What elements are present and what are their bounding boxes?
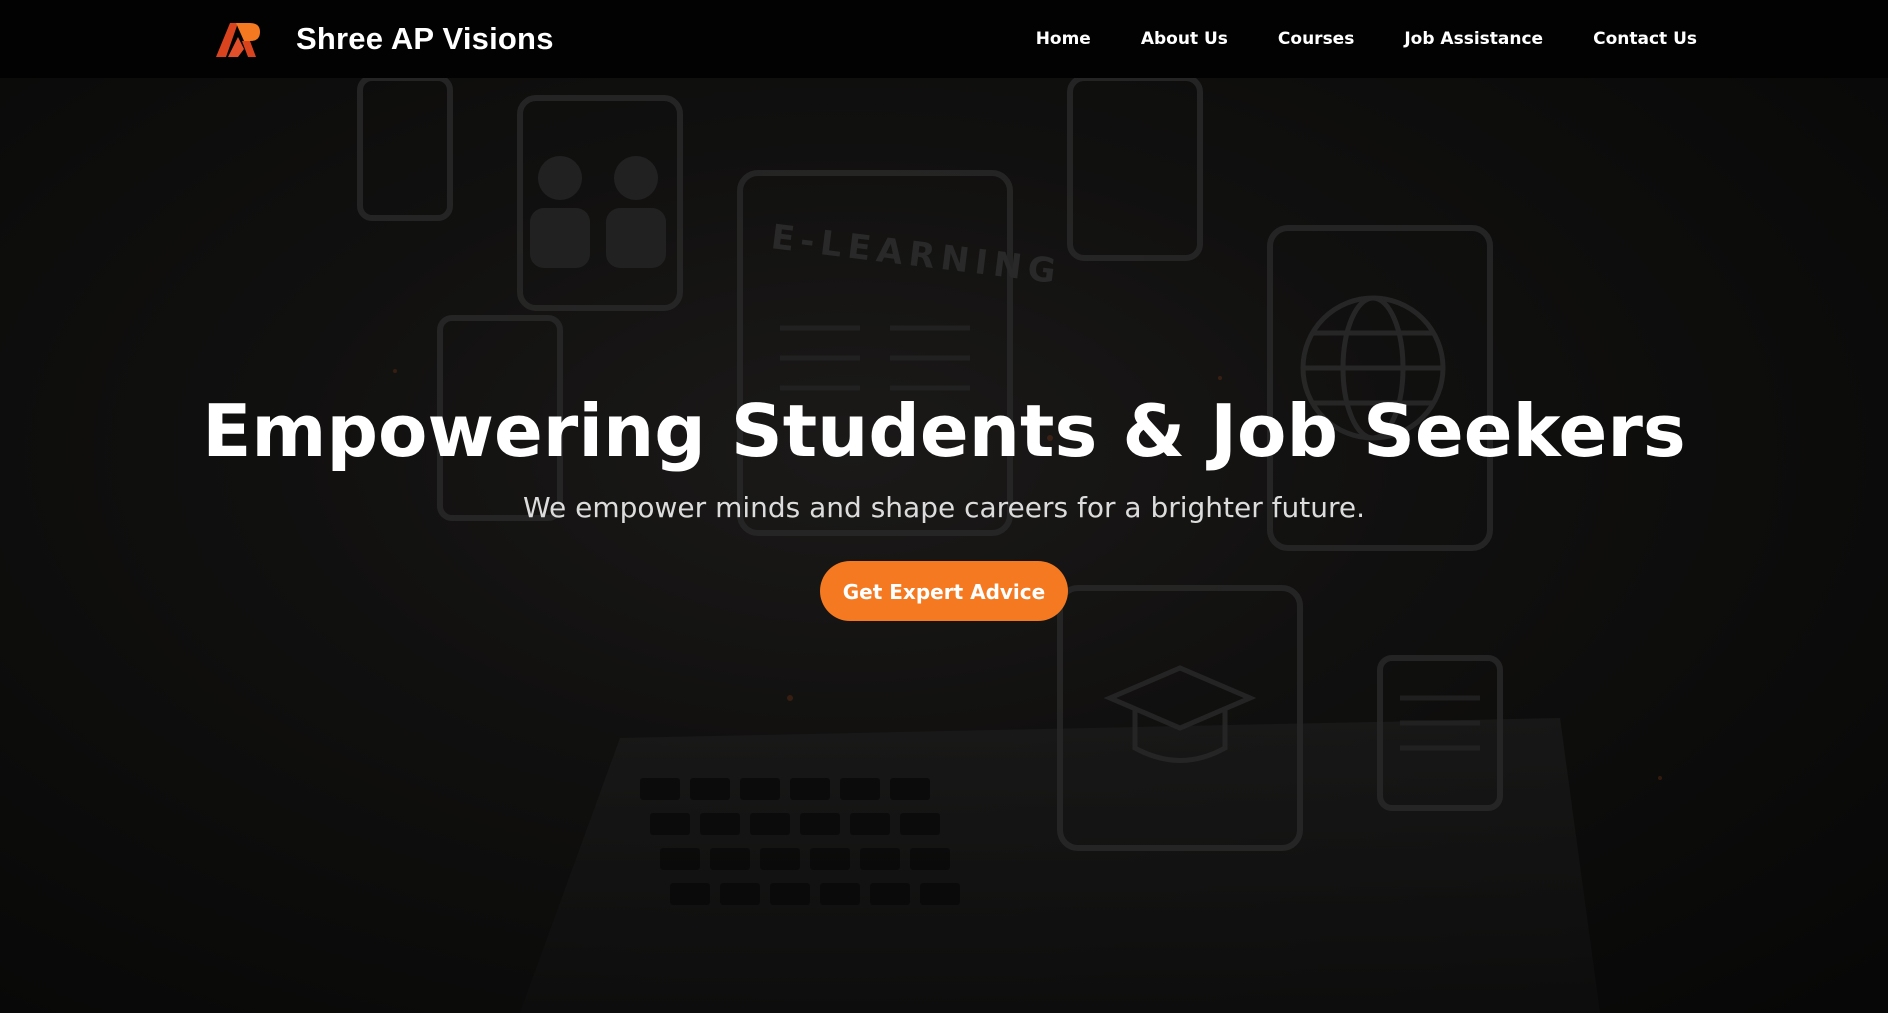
nav-job-assistance-link[interactable]: Job Assistance bbox=[1404, 29, 1543, 49]
hero-section: E-LEARNING Empowering Students & Job See… bbox=[0, 78, 1888, 1013]
hero-title: Empowering Students & Job Seekers bbox=[202, 389, 1686, 473]
nav-courses-link[interactable]: Courses bbox=[1278, 29, 1354, 49]
brand-name: Shree AP Visions bbox=[296, 21, 554, 56]
nav-home-link[interactable]: Home bbox=[1036, 29, 1091, 49]
ap-logo-icon bbox=[216, 23, 260, 57]
nav-contact-link[interactable]: Contact Us bbox=[1593, 29, 1697, 49]
page: Shree AP Visions Home About Us Courses J… bbox=[0, 0, 1888, 1013]
hero-subtitle: We empower minds and shape careers for a… bbox=[522, 491, 1366, 525]
hero-content: Empowering Students & Job Seekers We emp… bbox=[0, 388, 1888, 621]
brand[interactable]: Shree AP Visions bbox=[214, 18, 554, 60]
nav-menu: Home About Us Courses Job Assistance Con… bbox=[1036, 0, 1697, 78]
top-navbar: Shree AP Visions Home About Us Courses J… bbox=[0, 0, 1888, 78]
get-expert-advice-button[interactable]: Get Expert Advice bbox=[820, 560, 1068, 621]
nav-about-link[interactable]: About Us bbox=[1141, 29, 1228, 49]
